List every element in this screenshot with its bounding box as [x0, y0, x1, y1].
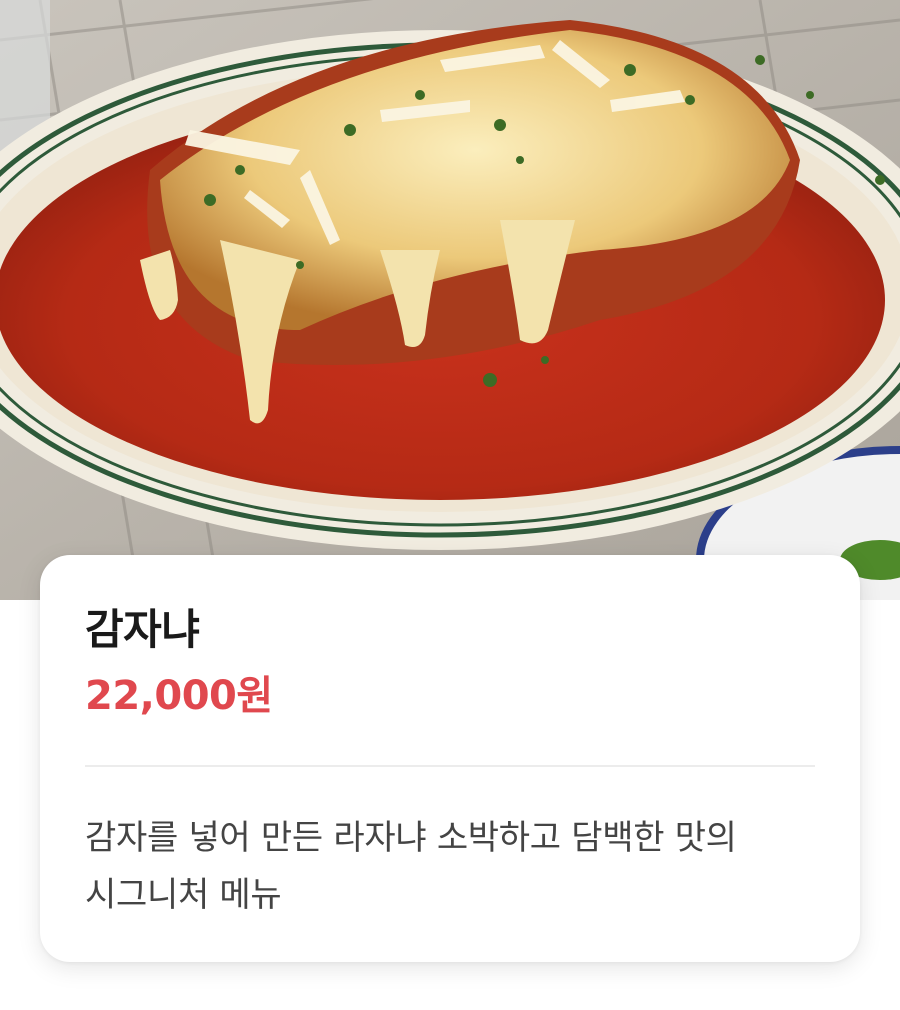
menu-item-card: 감자냐 22,000원 감자를 넣어 만든 라자냐 소박하고 담백한 맛의 시그…	[40, 555, 860, 962]
divider	[85, 765, 815, 767]
menu-item-price: 22,000원	[85, 673, 273, 719]
menu-item-description: 감자를 넣어 만든 라자냐 소박하고 담백한 맛의 시그니처 메뉴	[85, 818, 737, 915]
food-photo	[0, 0, 900, 600]
lasagna-image-icon	[0, 0, 900, 600]
menu-item-name: 감자냐	[85, 605, 200, 654]
menu-item-screen: 감자냐 22,000원 감자를 넣어 만든 라자냐 소박하고 담백한 맛의 시그…	[0, 0, 900, 1010]
